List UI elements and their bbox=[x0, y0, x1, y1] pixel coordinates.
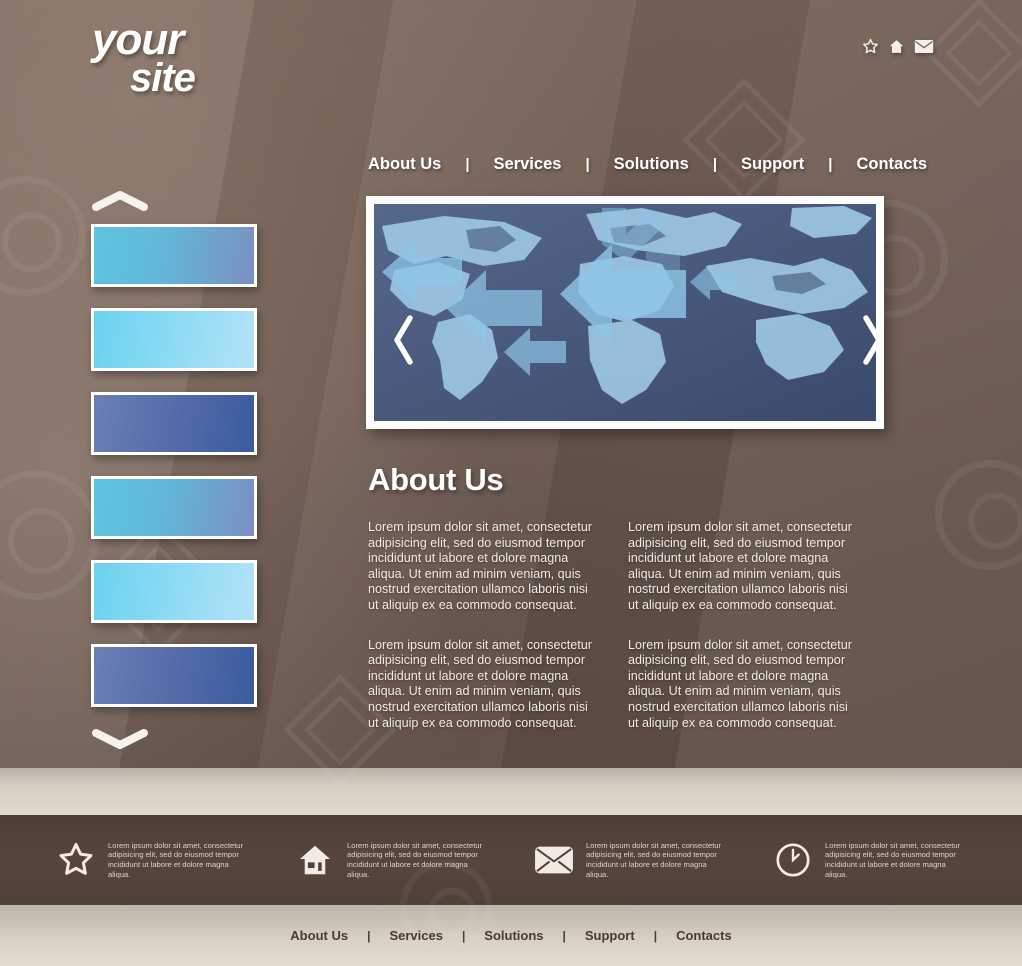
footer-nav-item-services[interactable]: Services bbox=[389, 928, 443, 943]
feature-text: Lorem ipsum dolor sit amet, consectetur … bbox=[347, 840, 483, 879]
thumbnail-item[interactable] bbox=[91, 560, 257, 623]
about-section: About Us Lorem ipsum dolor sit amet, con… bbox=[368, 462, 888, 755]
nav-separator: | bbox=[828, 156, 833, 173]
footer-nav-item-support[interactable]: Support bbox=[585, 928, 635, 943]
page-title: About Us bbox=[368, 462, 504, 497]
feature-item[interactable]: Lorem ipsum dolor sit amet, consectetur … bbox=[533, 825, 728, 895]
star-icon[interactable] bbox=[862, 38, 879, 55]
about-paragraph: Lorem ipsum dolor sit amet, consectetur … bbox=[368, 637, 592, 730]
nav-item-about-us[interactable]: About Us bbox=[368, 155, 441, 174]
nav-item-contacts[interactable]: Contacts bbox=[856, 155, 927, 174]
world-map-graphic bbox=[374, 204, 876, 421]
about-column-right: Lorem ipsum dolor sit amet, consectetur … bbox=[628, 520, 888, 755]
thumbnail-image bbox=[94, 479, 254, 536]
feature-item[interactable]: Lorem ipsum dolor sit amet, consectetur … bbox=[772, 825, 967, 895]
site-header: your site bbox=[0, 0, 1022, 150]
feature-text: Lorem ipsum dolor sit amet, consectetur … bbox=[586, 840, 722, 879]
thumbnail-item[interactable] bbox=[91, 392, 257, 455]
thumbnail-scroll-down-button[interactable] bbox=[91, 728, 257, 755]
feature-list: Lorem ipsum dolor sit amet, consectetur … bbox=[0, 825, 1022, 895]
footer-nav-separator: | bbox=[562, 928, 566, 943]
thumbnail-image bbox=[94, 647, 254, 704]
header-icon-group bbox=[862, 38, 934, 55]
nav-separator: | bbox=[585, 156, 590, 173]
footer-nav-item-contacts[interactable]: Contacts bbox=[676, 928, 732, 943]
page-root: your site About Us | Services | Solution… bbox=[0, 0, 1022, 966]
site-logo[interactable]: your site bbox=[92, 15, 196, 101]
envelope-icon[interactable] bbox=[914, 39, 934, 54]
about-column-left: Lorem ipsum dolor sit amet, consectetur … bbox=[368, 520, 628, 755]
footer-nav-separator: | bbox=[367, 928, 371, 943]
thumbnail-image bbox=[94, 311, 254, 368]
banner-frame bbox=[366, 196, 884, 429]
about-paragraph: Lorem ipsum dolor sit amet, consectetur … bbox=[628, 520, 852, 612]
feature-item[interactable]: Lorem ipsum dolor sit amet, consectetur … bbox=[294, 825, 489, 895]
nav-item-support[interactable]: Support bbox=[741, 155, 804, 174]
clock-icon bbox=[772, 839, 814, 881]
nav-separator: | bbox=[465, 156, 470, 173]
feature-text: Lorem ipsum dolor sit amet, consectetur … bbox=[108, 840, 244, 879]
star-icon bbox=[55, 839, 97, 881]
footer-nav-item-solutions[interactable]: Solutions bbox=[484, 928, 543, 943]
divider-band-cream bbox=[0, 768, 1022, 815]
nav-item-services[interactable]: Services bbox=[494, 155, 562, 174]
envelope-icon bbox=[533, 839, 575, 881]
thumbnail-item[interactable] bbox=[91, 224, 257, 287]
thumbnail-item[interactable] bbox=[91, 476, 257, 539]
nav-item-solutions[interactable]: Solutions bbox=[614, 155, 689, 174]
feature-item[interactable]: Lorem ipsum dolor sit amet, consectetur … bbox=[55, 825, 250, 895]
banner-image bbox=[374, 204, 876, 421]
footer-nav-item-about-us[interactable]: About Us bbox=[290, 928, 348, 943]
about-columns: Lorem ipsum dolor sit amet, consectetur … bbox=[368, 520, 888, 755]
logo-line-2: site bbox=[130, 56, 196, 101]
home-icon[interactable] bbox=[888, 38, 905, 55]
main-navigation: About Us | Services | Solutions | Suppor… bbox=[368, 155, 927, 174]
about-paragraph: Lorem ipsum dolor sit amet, consectetur … bbox=[368, 520, 592, 612]
nav-separator: | bbox=[712, 156, 718, 173]
thumbnail-image bbox=[94, 563, 254, 620]
thumbnail-item[interactable] bbox=[91, 644, 257, 707]
thumbnail-slider bbox=[91, 190, 257, 755]
footer-navigation: About Us | Services | Solutions | Suppor… bbox=[0, 905, 1022, 966]
thumbnail-scroll-up-button[interactable] bbox=[91, 190, 257, 217]
footer-nav-separator: | bbox=[461, 928, 466, 943]
about-paragraph: Lorem ipsum dolor sit amet, consectetur … bbox=[628, 637, 852, 730]
footer-nav-separator: | bbox=[653, 928, 658, 943]
thumbnail-image bbox=[94, 395, 254, 452]
logo-line-1: your bbox=[92, 15, 184, 64]
thumbnail-item[interactable] bbox=[91, 308, 257, 371]
feature-text: Lorem ipsum dolor sit amet, consectetur … bbox=[825, 840, 961, 879]
banner-slider[interactable] bbox=[366, 196, 884, 429]
home-icon bbox=[294, 839, 336, 881]
thumbnail-image bbox=[94, 227, 254, 284]
